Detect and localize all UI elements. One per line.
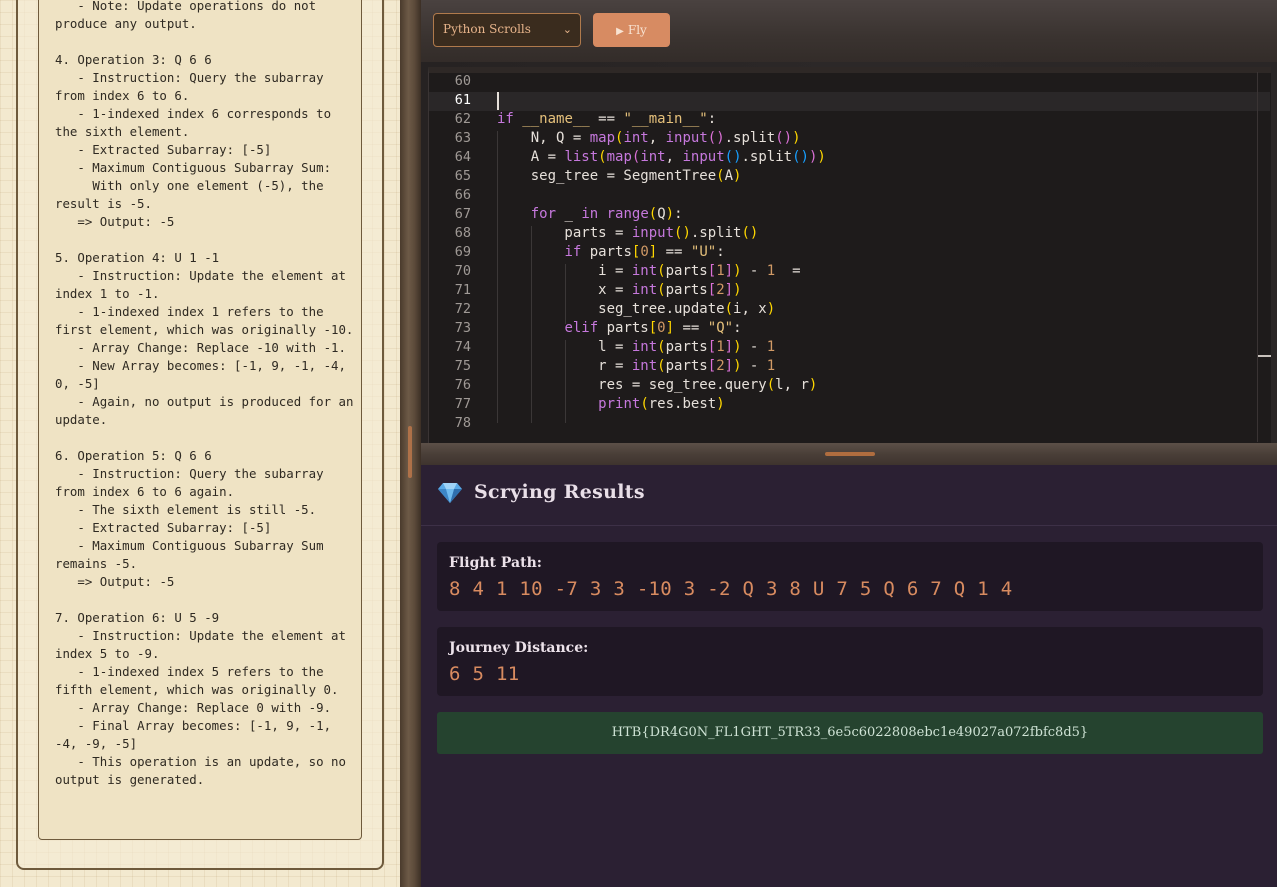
notes-line: 7. Operation 6: U 5 -9 (55, 610, 220, 625)
journey-distance-box: Journey Distance: 6 5 11 (437, 627, 1263, 696)
code-content[interactable]: if __name__ == "__main__": N, Q = map(in… (497, 72, 1257, 433)
notes-line: With only one element (-5), the result i… (55, 178, 332, 211)
code-line: A = list(map(int, input().split())) (497, 149, 826, 165)
line-number: 75 (454, 358, 471, 374)
notes-line: - Instruction: Query the subarray from i… (55, 70, 332, 103)
line-number: 68 (454, 225, 471, 241)
editor-scrollbar-track[interactable] (1257, 72, 1258, 442)
notes-panel: 0, -5] - Note: Update operations do not … (0, 0, 400, 887)
language-select[interactable]: Python Scrolls ⌄ (433, 13, 581, 47)
line-number: 61 (454, 92, 471, 108)
code-line: res = seg_tree.query(l, r) (497, 377, 818, 393)
code-line: N, Q = map(int, input().split()) (497, 130, 801, 146)
notes-line: - 1-indexed index 6 corresponds to the s… (55, 106, 339, 139)
code-line: i = int(parts[1]) - 1 = (497, 263, 801, 279)
code-line: seg_tree = SegmentTree(A) (497, 168, 742, 184)
notes-line: - 1-indexed index 5 refers to the fifth … (55, 664, 339, 697)
line-number: 78 (454, 415, 471, 431)
line-number: 74 (454, 339, 471, 355)
notes-line: - 1-indexed index 1 refers to the first … (55, 304, 354, 337)
chevron-down-icon: ⌄ (562, 23, 572, 36)
line-number: 73 (454, 320, 471, 336)
notes-line: - Extracted Subarray: [-5] (55, 520, 272, 535)
text-cursor (497, 92, 499, 110)
gem-icon (438, 483, 462, 503)
line-number: 63 (454, 130, 471, 146)
notes-line: - Array Change: Replace 0 with -9. (55, 700, 332, 715)
flight-path-label: Flight Path: (449, 555, 542, 571)
editor-scrollbar-marker[interactable] (1258, 355, 1271, 357)
flight-path-value: 8 4 1 10 -7 3 3 -10 3 -2 Q 3 8 U 7 5 Q 6… (449, 578, 1013, 600)
splitter-grip[interactable] (825, 452, 875, 456)
notes-line: - Maximum Contiguous Subarray Sum: (55, 160, 332, 175)
line-number: 77 (454, 396, 471, 412)
code-line: x = int(parts[2]) (497, 282, 742, 298)
notes-line: - Instruction: Update the element at ind… (55, 628, 354, 661)
line-number: 65 (454, 168, 471, 184)
notes-line: - Array Change: Replace -10 with -1. (55, 340, 346, 355)
line-number: 66 (454, 187, 471, 203)
line-number: 69 (454, 244, 471, 260)
fly-button[interactable]: ▶ Fly (593, 13, 670, 47)
notes-line (55, 33, 355, 51)
notes-line (55, 591, 355, 609)
notes-line: - Extracted Subarray: [-5] (55, 142, 272, 157)
notes-line: - This operation is an update, so no out… (55, 754, 354, 787)
notes-line: 5. Operation 4: U 1 -1 (55, 250, 220, 265)
journey-distance-label: Journey Distance: (449, 640, 589, 656)
notes-scroll[interactable]: 0, -5] - Note: Update operations do not … (38, 0, 362, 840)
notes-line: 4. Operation 3: Q 6 6 (55, 52, 212, 67)
notes-line (55, 231, 355, 249)
code-line: if __name__ == "__main__": (497, 111, 717, 127)
notes-line: - Again, no output is produced for an up… (55, 394, 361, 427)
line-number: 64 (454, 149, 471, 165)
line-number: 72 (454, 301, 471, 317)
fly-button-label: Fly (627, 23, 647, 37)
code-line: elif parts[0] == "Q": (564, 320, 742, 336)
code-line: parts = input().split() (497, 225, 759, 241)
code-line: if parts[0] == "U": (564, 244, 725, 260)
language-select-value: Python Scrolls (443, 22, 531, 36)
notes-line: - Final Array becomes: [-1, 9, -1, -4, -… (55, 718, 339, 751)
notes-line: - Instruction: Update the element at ind… (55, 268, 354, 301)
notes-line: - The sixth element is still -5. (55, 502, 317, 517)
journey-distance-value: 6 5 11 (449, 663, 520, 685)
notes-line: - Note: Update operations do not produce… (55, 0, 324, 31)
notes-line (55, 429, 355, 447)
notes-line: - Maximum Contiguous Subarray Sum remain… (55, 538, 332, 571)
line-number: 70 (454, 263, 471, 279)
flight-path-box: Flight Path: 8 4 1 10 -7 3 3 -10 3 -2 Q … (437, 542, 1263, 611)
code-line: r = int(parts[2]) - 1 (497, 358, 776, 374)
notes-line: - New Array becomes: [-1, 9, -1, -4, 0, … (55, 358, 354, 391)
panel-resize-handle[interactable] (408, 426, 412, 478)
code-line: print(res.best) (598, 396, 725, 412)
line-number: 71 (454, 282, 471, 298)
line-number-gutter: 60 61 62 63 64 65 66 67 68 69 70 71 72 73 74 75 76 77 78 (429, 72, 481, 433)
results-title: Scrying Results (474, 481, 645, 503)
line-number: 60 (454, 73, 471, 89)
notes-line: => Output: -5 (55, 214, 175, 229)
line-number: 76 (454, 377, 471, 393)
notes-line: - Instruction: Query the subarray from i… (55, 466, 332, 499)
code-line: seg_tree.update(i, x) (497, 301, 776, 317)
notes-text: 0, -5] - Note: Update operations do not … (55, 0, 355, 789)
line-number: 67 (454, 206, 471, 222)
line-number: 62 (454, 111, 471, 127)
code-line: for _ in range(Q): (530, 206, 683, 222)
notes-line: 6. Operation 5: Q 6 6 (55, 448, 212, 463)
notes-line: => Output: -5 (55, 574, 175, 589)
flag-banner: HTB{DR4G0N_FL1GHT_5TR33_6e5c6022808ebc1e… (437, 712, 1263, 754)
code-line: l = int(parts[1]) - 1 (497, 339, 776, 355)
play-icon: ▶ (616, 26, 624, 37)
